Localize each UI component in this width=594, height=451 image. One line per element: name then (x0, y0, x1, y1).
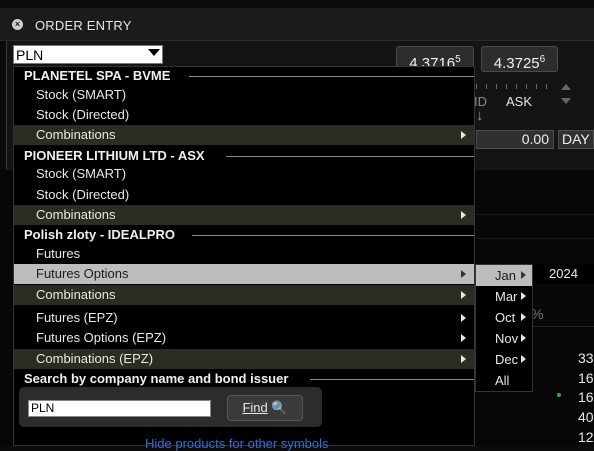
ask-price: 4.3725 (493, 55, 540, 72)
ask-label: ASK (506, 94, 533, 109)
menu-item-label: Futures (36, 246, 81, 261)
menu-item-stock-smart[interactable]: Stock (SMART) (14, 164, 474, 184)
menu-item-label: Stock (SMART) (36, 166, 127, 181)
chevron-right-icon (461, 211, 466, 219)
menu-item-label: Combinations (36, 207, 116, 222)
chevron-right-icon (461, 131, 466, 139)
submenu-item-dec[interactable]: Dec (476, 349, 532, 370)
divider (476, 238, 594, 239)
limit-price-field[interactable]: 0.00 (476, 130, 554, 149)
submenu-item-label: Nov (495, 331, 519, 346)
price-slider[interactable] (476, 84, 554, 89)
divider (310, 379, 474, 380)
chevron-right-icon (461, 270, 466, 278)
ask-price-sup: 6 (539, 54, 546, 65)
row-value: 33 (578, 350, 594, 366)
menu-item-label: Combinations (36, 127, 116, 142)
menu-item-combinations[interactable]: Combinations (14, 205, 474, 225)
submenu-item-label: Mar (495, 289, 518, 304)
divider (189, 76, 474, 77)
menu-item-label: Stock (Directed) (36, 187, 130, 202)
chevron-right-icon (461, 314, 466, 322)
divider (226, 156, 474, 157)
chevron-right-icon (461, 291, 466, 299)
menu-item-stock-directed[interactable]: Stock (Directed) (14, 185, 474, 205)
menu-item-label: Stock (Directed) (36, 107, 130, 122)
search-input[interactable]: PLN (28, 400, 211, 417)
menu-item-stock-directed[interactable]: Stock (Directed) (14, 105, 474, 125)
submenu-item-mar[interactable]: Mar (476, 286, 532, 307)
expiry-submenu: Jan Mar Oct Nov Dec All (475, 264, 533, 392)
search-icon: 🔍 (271, 400, 288, 415)
menu-item-label: Futures (EPZ) (36, 310, 118, 325)
submenu-item-nov[interactable]: Nov (476, 328, 532, 349)
price-stepper[interactable] (560, 84, 572, 106)
chevron-right-icon (521, 313, 526, 321)
chevron-right-icon (521, 292, 526, 300)
menu-item-stock-smart[interactable]: Stock (SMART) (14, 85, 474, 105)
bid-price-sup: 5 (455, 54, 461, 65)
row-value: 16 (578, 370, 594, 386)
menu-item-label: Stock (SMART) (36, 87, 127, 102)
close-icon[interactable]: × (12, 19, 23, 30)
menu-item-futures-epz[interactable]: Futures (EPZ) (14, 308, 474, 328)
submenu-item-label: Jan (495, 268, 516, 283)
submenu-item-jan[interactable]: Jan (476, 265, 532, 286)
menu-item-combinations[interactable]: Combinations (14, 285, 474, 305)
search-header: Search by company name and bond issuer (24, 371, 289, 386)
menu-item-futures-options-epz[interactable]: Futures Options (EPZ) (14, 328, 474, 348)
submenu-item-label: All (495, 373, 510, 388)
submenu-item-all[interactable]: All (476, 370, 532, 391)
ask-price-button[interactable]: 4.37256 (481, 46, 558, 72)
chevron-down-icon[interactable] (148, 49, 160, 56)
chevron-right-icon (461, 334, 466, 342)
chevron-right-icon (521, 355, 526, 363)
divider (192, 235, 474, 236)
find-button[interactable]: Find 🔍 (227, 395, 303, 421)
hide-products-link[interactable]: Hide products for other symbols (145, 436, 329, 451)
window-title: ORDER ENTRY (35, 18, 132, 33)
menu-item-label: Combinations (36, 287, 116, 302)
status-dot-icon (557, 393, 561, 397)
menu-item-label: Futures Options (EPZ) (36, 330, 167, 345)
stepper-down-icon[interactable] (561, 98, 571, 104)
chevron-right-icon (521, 271, 526, 279)
row-value: 40 (578, 409, 594, 425)
menu-item-futures-options[interactable]: Futures Options (14, 264, 474, 284)
menu-item-combinations[interactable]: Combinations (14, 125, 474, 145)
year-label: 2024 (533, 264, 594, 284)
symbol-value: PLN (16, 47, 44, 63)
time-in-force-select[interactable]: DAY (558, 130, 594, 149)
menu-item-combinations-epz[interactable]: Combinations (EPZ) (14, 349, 474, 369)
group-header: Polish zloty - IDEALPRO (24, 227, 175, 242)
stepper-up-icon[interactable] (561, 84, 571, 90)
menu-item-label: Futures Options (36, 266, 129, 281)
row-value: 12 (578, 429, 594, 445)
group-header: PIONEER LITHIUM LTD - ASX (24, 148, 205, 163)
group-header: PLANETEL SPA - BVME (24, 68, 171, 83)
submenu-item-oct[interactable]: Oct (476, 307, 532, 328)
menu-item-label: Combinations (EPZ) (36, 351, 154, 366)
arrow-down-icon: ↓ (476, 107, 484, 124)
chevron-right-icon (521, 334, 526, 342)
divider (476, 214, 594, 215)
submenu-item-label: Oct (495, 310, 516, 325)
chevron-right-icon (461, 355, 466, 363)
menu-item-futures[interactable]: Futures (14, 244, 474, 264)
find-label: Find (242, 400, 268, 415)
submenu-item-label: Dec (495, 352, 519, 367)
row-value: 16 (578, 389, 594, 405)
